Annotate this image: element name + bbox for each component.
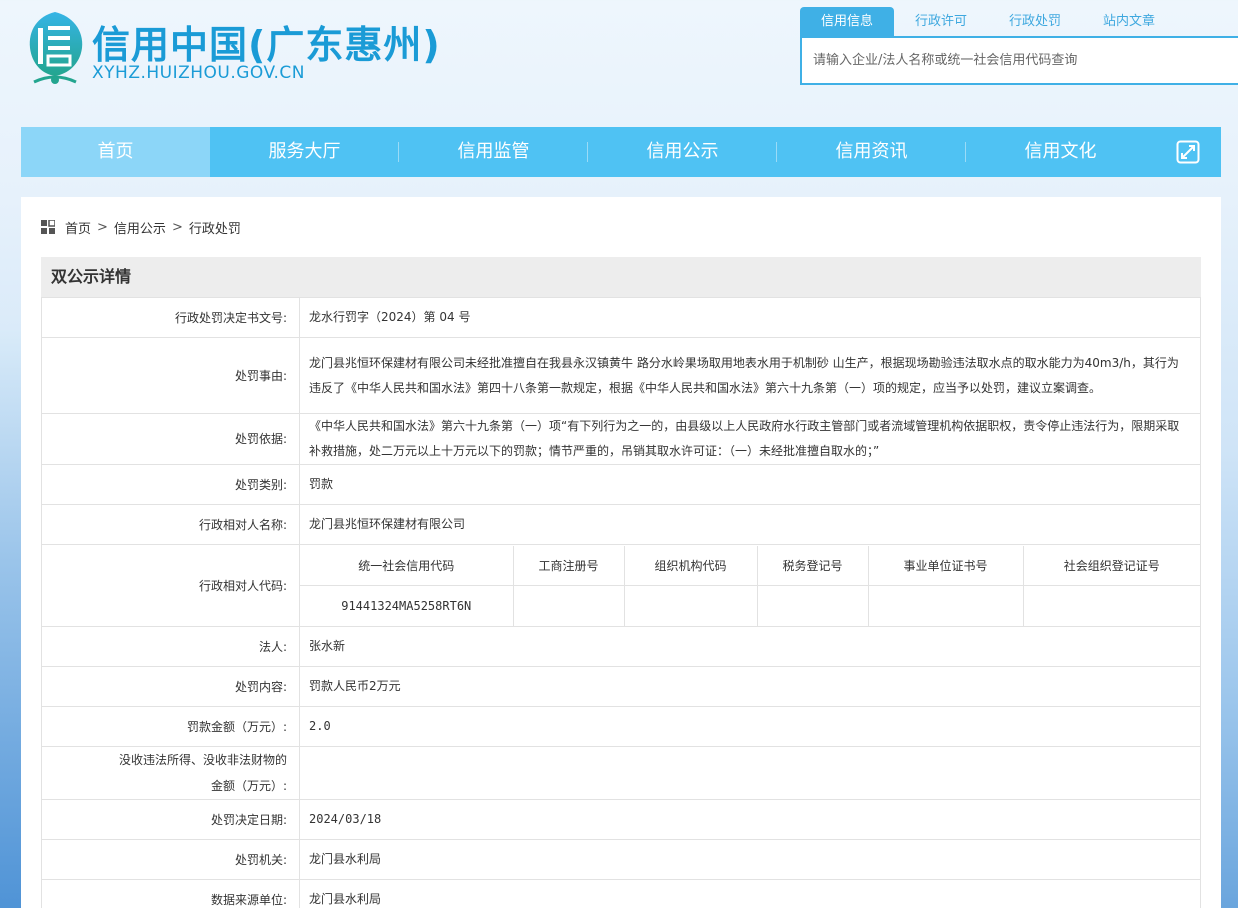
row-label: 处罚事由:: [41, 337, 300, 414]
row-value: 2.0: [299, 706, 1201, 747]
main-nav: 首页 服务大厅 信用监管 信用公示 信用资讯 信用文化: [21, 127, 1221, 177]
row-value: [299, 746, 1201, 800]
row-label: 罚款金额（万元）:: [41, 706, 300, 747]
row-value: 龙门县兆恒环保建材有限公司: [299, 504, 1201, 545]
expand-icon: [1176, 140, 1199, 164]
code-value: [867, 585, 1024, 626]
table-row: 处罚机关: 龙门县水利局: [41, 839, 1201, 880]
breadcrumb-credit-publicity[interactable]: 信用公示: [114, 218, 166, 237]
row-value: 张水新: [299, 626, 1201, 667]
row-label: 没收违法所得、没收非法财物的 金额（万元）:: [41, 746, 300, 800]
code-header: 组织机构代码: [623, 545, 758, 586]
search-tab-credit-info[interactable]: 信用信息: [800, 7, 894, 36]
search-tab-admin-license[interactable]: 行政许可: [894, 7, 988, 36]
table-row: 数据来源单位: 龙门县水利局: [41, 879, 1201, 908]
party-code-table: 统一社会信用代码 工商注册号 组织机构代码 税务登记号 事业单位证书号 社会组织…: [300, 545, 1200, 626]
site-title: 信用中国(广东惠州): [92, 23, 441, 67]
search-box: [800, 36, 1238, 85]
code-value: [756, 585, 869, 626]
content-area: 首页 > 信用公示 > 行政处罚 双公示详情 行政处罚决定书文号: 龙水行罚字（…: [21, 197, 1221, 908]
row-label: 处罚类别:: [41, 464, 300, 505]
row-label: 数据来源单位:: [41, 879, 300, 908]
breadcrumb-separator: >: [171, 219, 183, 235]
table-row: 行政相对人名称: 龙门县兆恒环保建材有限公司: [41, 504, 1201, 545]
code-value: [623, 585, 758, 626]
table-row: 处罚内容: 罚款人民币2万元: [41, 666, 1201, 707]
row-value: 《中华人民共和国水法》第六十九条第（一）项“有下列行为之一的，由县级以上人民政府…: [299, 413, 1201, 465]
site-logo-icon[interactable]: [24, 10, 86, 88]
table-row: 没收违法所得、没收非法财物的 金额（万元）:: [41, 746, 1201, 800]
party-code-cell: 统一社会信用代码 工商注册号 组织机构代码 税务登记号 事业单位证书号 社会组织…: [299, 544, 1201, 627]
table-row: 行政处罚决定书文号: 龙水行罚字（2024）第 04 号: [41, 297, 1201, 338]
code-header: 税务登记号: [756, 545, 869, 586]
table-row: 罚款金额（万元）: 2.0: [41, 706, 1201, 747]
search-tab-admin-penalty[interactable]: 行政处罚: [988, 7, 1082, 36]
table-row: 处罚类别: 罚款: [41, 464, 1201, 505]
nav-item-service-hall[interactable]: 服务大厅: [210, 127, 399, 177]
row-label-line: 没收违法所得、没收非法财物的: [118, 753, 287, 767]
code-header: 社会组织登记证号: [1022, 545, 1200, 586]
search-input[interactable]: [802, 38, 1238, 83]
nav-item-credit-publicity[interactable]: 信用公示: [588, 127, 777, 177]
site-domain: XYHZ.HUIZHOU.GOV.CN: [92, 63, 305, 83]
row-value: 罚款人民币2万元: [299, 666, 1201, 707]
row-label: 行政处罚决定书文号:: [41, 297, 300, 338]
table-row: 处罚事由: 龙门县兆恒环保建材有限公司未经批准擅自在我县永汉镇黄牛 路分水岭果场…: [41, 337, 1201, 414]
row-label: 处罚依据:: [41, 413, 300, 465]
breadcrumb: 首页 > 信用公示 > 行政处罚: [41, 218, 241, 237]
row-label-line: 金额（万元）:: [210, 779, 287, 793]
table-row: 处罚决定日期: 2024/03/18: [41, 799, 1201, 840]
nav-expand-button[interactable]: [1155, 127, 1220, 177]
detail-panel: 双公示详情 行政处罚决定书文号: 龙水行罚字（2024）第 04 号 处罚事由:…: [41, 257, 1201, 908]
row-value: 龙门县兆恒环保建材有限公司未经批准擅自在我县永汉镇黄牛 路分水岭果场取用地表水用…: [299, 337, 1201, 414]
table-row: 法人: 张水新: [41, 626, 1201, 667]
code-value: [1022, 585, 1200, 626]
row-value: 龙水行罚字（2024）第 04 号: [299, 297, 1201, 338]
row-value: 龙门县水利局: [299, 879, 1201, 908]
code-header: 工商注册号: [512, 545, 625, 586]
row-label: 处罚机关:: [41, 839, 300, 880]
panel-title: 双公示详情: [41, 257, 1201, 297]
row-label: 处罚内容:: [41, 666, 300, 707]
code-header: 事业单位证书号: [867, 545, 1024, 586]
search-tabs: 信用信息 行政许可 行政处罚 站内文章: [800, 7, 1176, 36]
breadcrumb-home[interactable]: 首页: [65, 218, 91, 237]
detail-table: 行政处罚决定书文号: 龙水行罚字（2024）第 04 号 处罚事由: 龙门县兆恒…: [41, 297, 1201, 908]
nav-item-credit-supervision[interactable]: 信用监管: [399, 127, 588, 177]
breadcrumb-admin-penalty[interactable]: 行政处罚: [189, 218, 241, 237]
code-header: 统一社会信用代码: [300, 545, 514, 586]
table-row: 处罚依据: 《中华人民共和国水法》第六十九条第（一）项“有下列行为之一的，由县级…: [41, 413, 1201, 465]
nav-item-credit-culture[interactable]: 信用文化: [966, 127, 1155, 177]
code-value: 91441324MA5258RT6N: [300, 585, 514, 626]
row-value: 2024/03/18: [299, 799, 1201, 840]
breadcrumb-separator: >: [97, 219, 108, 235]
row-label: 行政相对人名称:: [41, 504, 300, 545]
grid-icon: [41, 220, 55, 234]
table-row: 行政相对人代码: 统一社会信用代码 工商注册号 组织机构代码 税务登记号 事业单…: [41, 544, 1201, 627]
row-label: 行政相对人代码:: [41, 544, 300, 627]
row-value: 龙门县水利局: [299, 839, 1201, 880]
nav-item-credit-news[interactable]: 信用资讯: [777, 127, 966, 177]
row-value: 罚款: [299, 464, 1201, 505]
row-label: 法人:: [41, 626, 300, 667]
code-value: [512, 585, 625, 626]
search-tab-site-articles[interactable]: 站内文章: [1082, 7, 1176, 36]
nav-item-home[interactable]: 首页: [21, 127, 210, 177]
row-label: 处罚决定日期:: [41, 799, 300, 840]
